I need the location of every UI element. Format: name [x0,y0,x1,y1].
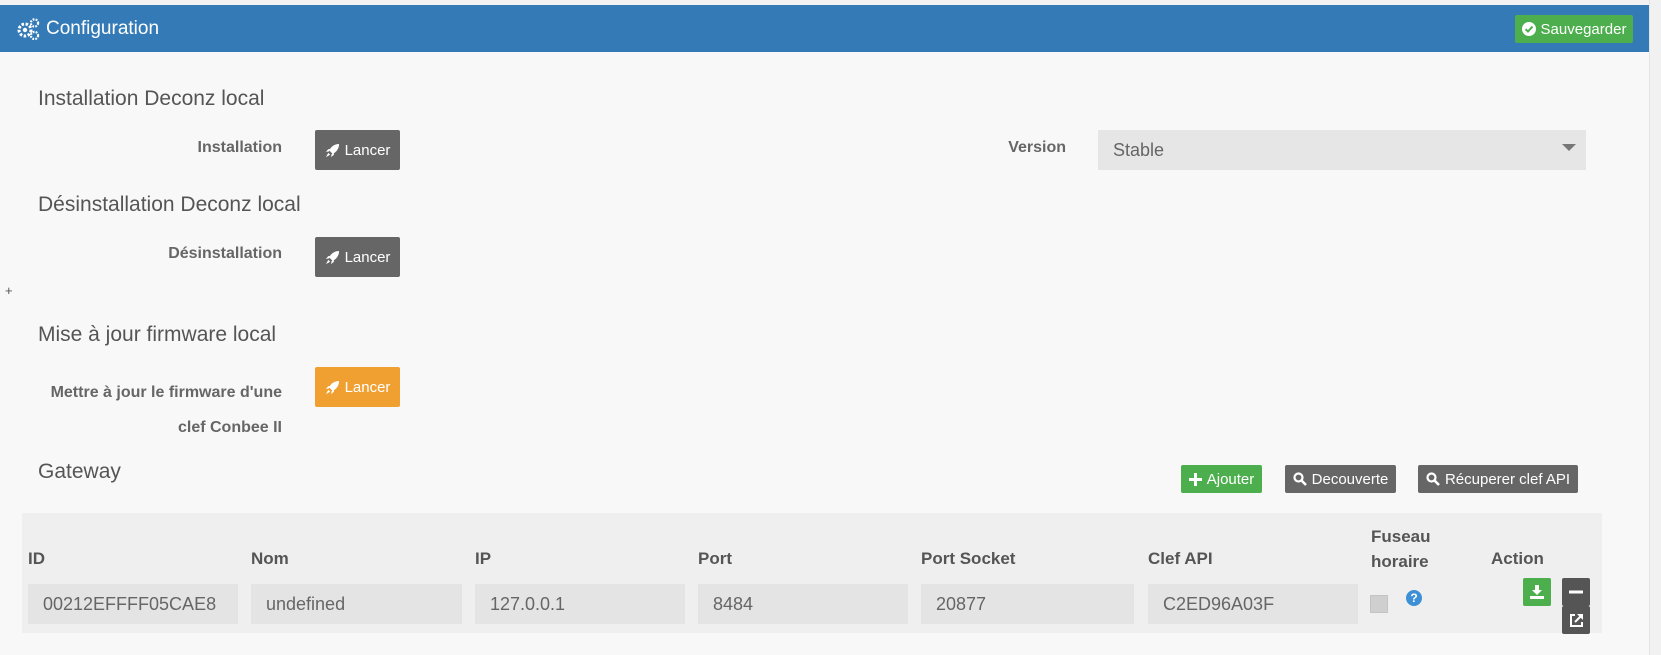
column-header-id: ID [28,549,45,568]
version-label: Version [1008,139,1066,156]
rocket-icon [325,380,339,394]
firmware-heading: Mise à jour firmware local [38,323,277,346]
plus-icon [1188,472,1202,486]
save-button-label: Sauvegarder [1540,20,1627,38]
gateway-socket-input[interactable]: 20877 [921,584,1134,624]
download-icon [1530,585,1544,599]
timezone-header-line2: horaire [1371,552,1429,571]
gateway-id-input[interactable]: 00212EFFFF05CAE8 [28,584,238,624]
column-header-timezone: Fuseau horaire [1371,524,1431,574]
gateway-api-key-input[interactable]: C2ED96A03F [1148,584,1358,624]
gears-icon [17,17,40,40]
column-header-action: Action [1491,549,1544,568]
uninstall-label: Désinstallation [168,245,282,262]
firmware-launch-label: Lancer [344,378,391,396]
minus-icon [1569,590,1583,594]
firmware-label-line1: Mettre à jour le firmware d'une [50,384,282,401]
column-header-socket: Port Socket [921,549,1016,568]
remove-gateway-button[interactable] [1562,578,1590,606]
column-header-port: Port [698,549,732,568]
open-external-button[interactable] [1562,606,1590,634]
discover-label: Decouverte [1311,470,1389,488]
install-label: Installation [197,139,282,156]
timezone-checkbox[interactable] [1370,595,1388,613]
gateway-heading: Gateway [38,460,121,483]
fetch-api-key-button[interactable]: Récuperer clef API [1418,465,1578,493]
add-gateway-label: Ajouter [1206,470,1255,488]
expand-toggle[interactable]: + [5,283,13,298]
uninstall-launch-label: Lancer [344,248,391,266]
fetch-api-key-label: Récuperer clef API [1444,470,1571,488]
external-link-icon [1569,613,1583,627]
column-header-api-key: Clef API [1148,549,1213,568]
timezone-header-line1: Fuseau [1371,527,1431,546]
version-select-value: Stable [1113,140,1165,160]
search-icon [1293,472,1307,486]
add-gateway-button[interactable]: Ajouter [1181,465,1262,493]
page-title: Configuration [46,17,160,39]
discover-button[interactable]: Decouverte [1285,465,1396,493]
firmware-label-line2: clef Conbee II [177,419,282,436]
rocket-icon [325,250,339,264]
download-button[interactable] [1523,578,1551,606]
firmware-label: Mettre à jour le firmware d'une clef Con… [20,375,282,445]
version-select[interactable]: Stable [1098,130,1586,170]
caret-down-icon [1562,144,1576,151]
install-heading: Installation Deconz local [38,87,265,110]
rocket-icon [325,143,339,157]
gateway-name-input[interactable]: undefined [251,584,462,624]
uninstall-launch-button[interactable]: Lancer [315,237,400,277]
column-header-ip: IP [475,549,492,568]
save-button[interactable]: Sauvegarder [1515,15,1633,43]
page-scrollbar[interactable] [1649,0,1661,655]
uninstall-heading: Désinstallation Deconz local [38,193,301,216]
install-launch-button[interactable]: Lancer [315,130,400,170]
help-icon[interactable]: ? [1406,590,1422,606]
search-icon [1426,472,1440,486]
install-launch-label: Lancer [344,141,391,159]
firmware-launch-button[interactable]: Lancer [315,367,400,407]
column-header-name: Nom [251,549,289,568]
config-panel-header: Configuration [0,5,1649,52]
gateway-port-input[interactable]: 8484 [698,584,908,624]
gateway-ip-input[interactable]: 127.0.0.1 [475,584,685,624]
check-circle-icon [1521,22,1536,36]
